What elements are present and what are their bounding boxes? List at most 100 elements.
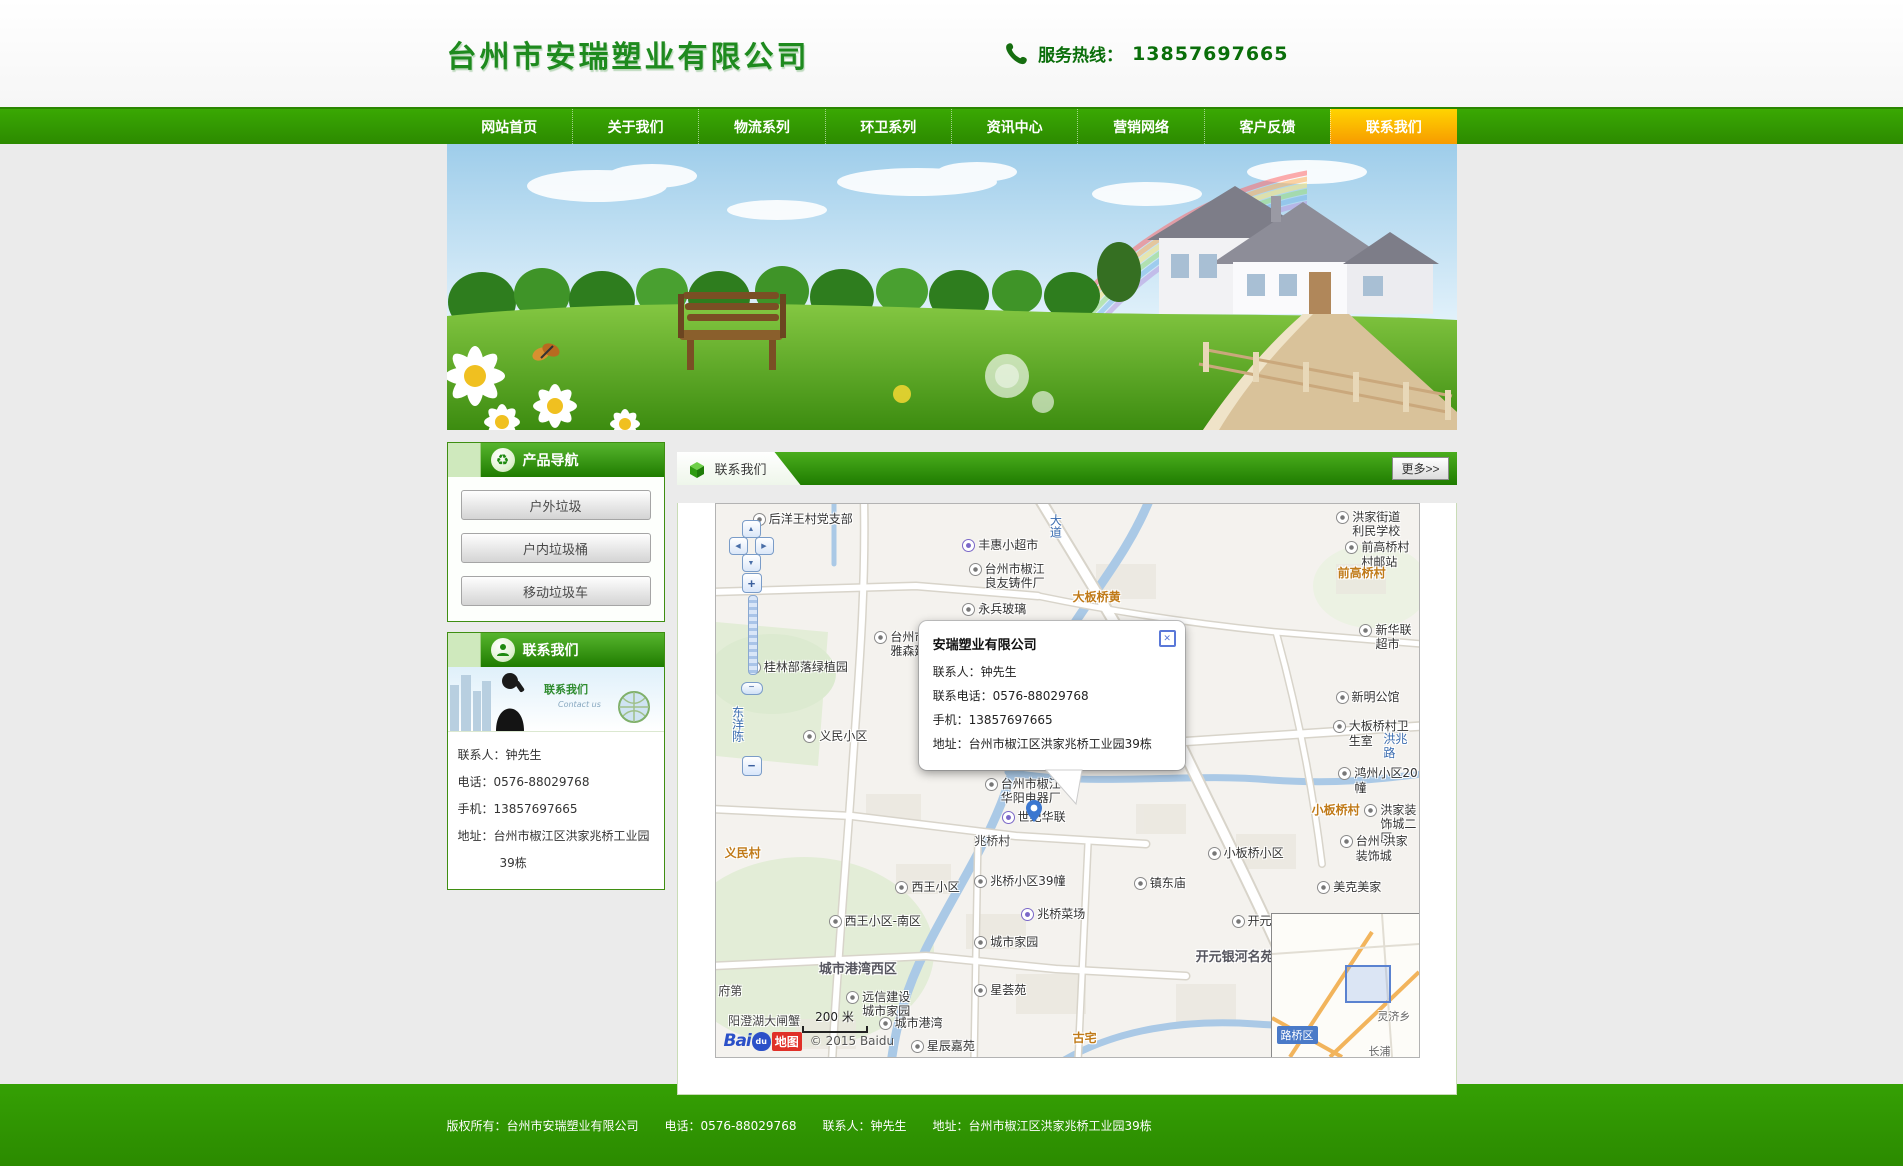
infowindow-line: 地址：台州市椒江区洪家兆桥工业园39栋 <box>933 732 1171 756</box>
close-icon[interactable]: ✕ <box>1159 630 1176 647</box>
map-copyright: © 2015 Baidu <box>810 1034 894 1048</box>
overview-minimap[interactable]: 路桥区 灵济乡长浦 <box>1271 913 1419 1057</box>
banner-illustration <box>447 144 1457 430</box>
product-button-indoor-trash-bin[interactable]: 户内垃圾桶 <box>461 533 651 563</box>
nav-item-news[interactable]: 资讯中心 <box>951 109 1077 144</box>
pan-up-button[interactable]: ▲ <box>742 520 761 538</box>
map-label-text: 洪家街道 利民学校 <box>1352 510 1400 539</box>
footer: 版权所有：台州市安瑞塑业有限公司电话：0576-88029768联系人：钟先生地… <box>0 1084 1903 1166</box>
contact-header: 联系我们 <box>448 633 664 667</box>
svg-text:Contact us: Contact us <box>558 700 601 709</box>
map-scale: 200 米 <box>802 1008 868 1033</box>
poi-icon <box>1232 915 1245 928</box>
contact-image: 联系我们 Contact us <box>448 667 664 732</box>
infowindow-lines: 联系人：钟先生联系电话：0576-88029768手机：13857697665地… <box>933 660 1171 756</box>
nav-item-contact[interactable]: 联系我们 <box>1330 109 1456 144</box>
infowindow-line: 联系电话：0576-88029768 <box>933 684 1171 708</box>
contact-info: 联系人：钟先生电话：0576-88029768手机：13857697665地址：… <box>448 732 664 889</box>
pan-left-button[interactable]: ◀ <box>729 537 748 555</box>
pan-down-button[interactable]: ▼ <box>742 554 761 572</box>
map-label-text: 城市港湾 <box>895 1016 943 1030</box>
main-panel: 联系我们 更多>> <box>677 452 1457 1095</box>
sidebar: ♻ 产品导航 户外垃圾户内垃圾桶移动垃圾车 联系我们 <box>447 430 665 890</box>
zoom-slider-handle[interactable]: − <box>741 682 763 695</box>
map-label-text: 洪兆路 <box>1383 732 1418 761</box>
map-label-text: 城市家园 <box>990 935 1038 949</box>
nav-item-home[interactable]: 网站首页 <box>447 109 572 144</box>
poi-icon <box>874 631 887 644</box>
minimap-label: 灵济乡 <box>1377 1008 1410 1024</box>
map-label: 小板桥村 <box>1312 803 1360 817</box>
map-label: 义民小区 <box>803 729 867 743</box>
poi-icon <box>1002 811 1015 824</box>
company-name: 台州市安瑞塑业有限公司 <box>447 32 810 76</box>
map-label-text: 后洋王村党支部 <box>769 512 853 526</box>
poi-icon <box>1134 877 1147 890</box>
map-label: 前高桥村 <box>1338 566 1386 580</box>
poi-icon <box>1333 720 1346 733</box>
map-label-text: 前高桥村村邮站 <box>1361 540 1418 569</box>
map-zoom-control: ▲ ◀ ▶ ▼ + − − <box>728 520 776 776</box>
poi-icon <box>1340 835 1353 848</box>
map-label: 兆桥菜场 <box>1021 907 1085 921</box>
poi-icon <box>1364 804 1377 817</box>
poi-icon <box>803 730 816 743</box>
map-label: 府第 <box>718 984 742 998</box>
zoom-in-button[interactable]: + <box>742 573 762 593</box>
contact-info-line: 联系人：钟先生 <box>458 742 656 769</box>
footer-items: 版权所有：台州市安瑞塑业有限公司电话：0576-88029768联系人：钟先生地… <box>447 1084 1457 1134</box>
nav-item-logistics[interactable]: 物流系列 <box>698 109 824 144</box>
nav-item-marketing[interactable]: 营销网络 <box>1077 109 1203 144</box>
site-header: 台州市安瑞塑业有限公司 服务热线： 13857697665 <box>0 0 1903 107</box>
poi-icon <box>829 915 842 928</box>
infowindow-tail <box>1044 770 1088 808</box>
map-label: 新明公馆 <box>1336 690 1400 704</box>
product-button-list: 户外垃圾户内垃圾桶移动垃圾车 <box>448 477 664 621</box>
infowindow-title: 安瑞塑业有限公司 <box>933 634 1171 653</box>
product-nav-header: ♻ 产品导航 <box>448 443 664 477</box>
poi-icon <box>974 875 987 888</box>
product-button-mobile-garbage-truck[interactable]: 移动垃圾车 <box>461 576 651 606</box>
hotline: 服务热线： 13857697665 <box>1003 41 1288 67</box>
nav-item-sanitation[interactable]: 环卫系列 <box>825 109 951 144</box>
scale-label: 200 米 <box>815 1010 854 1024</box>
pan-right-button[interactable]: ▶ <box>755 537 774 555</box>
poi-icon <box>969 563 982 576</box>
more-button[interactable]: 更多>> <box>1392 457 1448 480</box>
footer-item: 版权所有：台州市安瑞塑业有限公司 <box>447 1117 639 1134</box>
map-label-text: 义民小区 <box>819 729 867 743</box>
contact-title: 联系我们 <box>523 640 579 660</box>
map-label-text: 远信建设 城市家园 <box>862 990 910 1019</box>
map-label: 前高桥村村邮站 <box>1345 540 1418 569</box>
map-label-text: 西王小区 <box>911 880 959 894</box>
poi-icon <box>895 881 908 894</box>
svg-text:联系我们: 联系我们 <box>544 682 588 696</box>
main-title: 联系我们 <box>715 459 767 478</box>
baidu-map-tag: 地图 <box>772 1032 802 1051</box>
nav-item-about[interactable]: 关于我们 <box>572 109 698 144</box>
map-label: 鸿州小区20幢 <box>1338 766 1418 795</box>
map-label-text: 星荟苑 <box>990 983 1026 997</box>
poi-icon <box>962 539 975 552</box>
map-label: 洪兆路 <box>1383 732 1418 761</box>
baidu-paw-icon: du <box>752 1032 771 1051</box>
company-map-marker[interactable] <box>1026 800 1042 826</box>
map-label-text: 新华联超市 <box>1375 623 1418 652</box>
map-label: 西王小区 <box>895 880 959 894</box>
map-label: 兆桥村 <box>974 834 1010 848</box>
product-button-outdoor-trash[interactable]: 户外垃圾 <box>461 490 651 520</box>
zoom-slider-rail[interactable] <box>748 595 758 675</box>
zoom-out-button[interactable]: − <box>742 756 762 776</box>
poi-icon <box>1345 541 1358 554</box>
map-label-text: 大板桥黄 <box>1073 590 1121 604</box>
map-label-text: 兆桥小区39幢 <box>990 874 1065 888</box>
map-label-text: 镇东庙 <box>1150 876 1186 890</box>
poi-icon <box>974 936 987 949</box>
map-label: 大板桥黄 <box>1073 590 1121 604</box>
baidu-map[interactable]: 后洋王村党支部丰惠小超市台州市椒江 良友铸件厂永兵玻璃大板桥黄洪家街道 利民学校… <box>715 503 1420 1058</box>
poi-icon <box>1317 881 1330 894</box>
mascot-icon <box>491 638 515 662</box>
nav-item-feedback[interactable]: 客户反馈 <box>1204 109 1330 144</box>
tab-contact[interactable]: 联系我们 <box>677 452 801 485</box>
poi-icon <box>1208 847 1221 860</box>
